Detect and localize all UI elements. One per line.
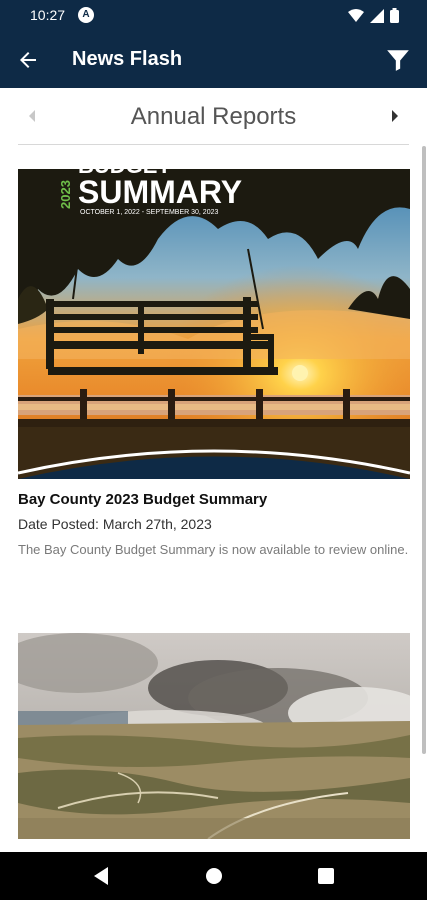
- scrollbar[interactable]: [422, 146, 426, 754]
- cover-title: SUMMARY: [78, 174, 242, 210]
- status-bar: 10:27 A: [0, 0, 427, 32]
- system-nav-bar: [0, 852, 427, 900]
- cover-year: 2023: [58, 180, 73, 209]
- chevron-left-icon[interactable]: [26, 108, 38, 124]
- status-icons: [348, 8, 399, 23]
- signal-icon: [370, 8, 384, 23]
- filter-icon[interactable]: [385, 47, 411, 73]
- nav-recents-icon[interactable]: [317, 866, 335, 886]
- a-badge-icon: A: [78, 7, 94, 23]
- divider: [18, 144, 409, 145]
- budget-cover-image: BUDGET SUMMARY OCTOBER 1, 2022 - SEPTEMB…: [18, 169, 410, 479]
- back-arrow-icon[interactable]: [16, 48, 40, 72]
- cover-dates: OCTOBER 1, 2022 - SEPTEMBER 30, 2023: [80, 209, 218, 216]
- news-card-image[interactable]: BUDGET SUMMARY OCTOBER 1, 2022 - SEPTEMB…: [18, 169, 410, 479]
- category-label: Annual Reports: [130, 103, 297, 130]
- app-bar: News Flash: [0, 32, 427, 88]
- card-date: Date Posted: March 27th, 2023: [18, 516, 212, 532]
- page-title: News Flash: [72, 48, 183, 70]
- nav-home-icon[interactable]: [205, 866, 223, 886]
- news-card-image[interactable]: [18, 633, 410, 839]
- chevron-right-icon[interactable]: [389, 108, 401, 124]
- card-description: The Bay County Budget Summary is now ava…: [18, 542, 409, 557]
- category-selector: Annual Reports: [0, 88, 427, 145]
- battery-icon: [390, 8, 399, 23]
- wildfire-image: [18, 633, 410, 839]
- wifi-icon: [348, 8, 364, 22]
- card-title[interactable]: Bay County 2023 Budget Summary: [18, 491, 267, 508]
- status-time: 10:27: [30, 7, 66, 23]
- nav-back-icon[interactable]: [92, 866, 110, 886]
